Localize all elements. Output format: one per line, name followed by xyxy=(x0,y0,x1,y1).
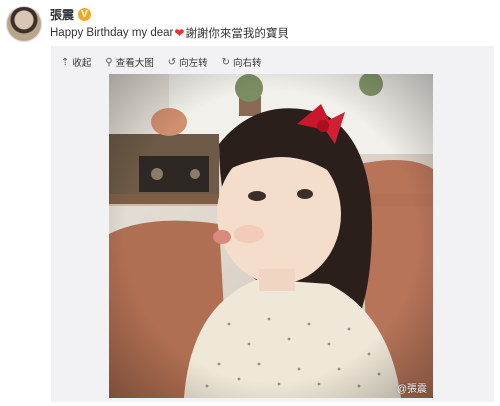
post-photo[interactable]: @張震 xyxy=(109,74,433,398)
media-panel: ⇡ 收起 ⚲ 查看大图 ↺ 向左转 ↻ 向右转 @張震 xyxy=(51,46,494,402)
post-text-part1: Happy Birthday my dear xyxy=(50,27,174,39)
photo-illustration xyxy=(109,74,433,398)
verified-badge-icon: V xyxy=(78,7,92,21)
media-toolbar: ⇡ 收起 ⚲ 查看大图 ↺ 向左转 ↻ 向右转 xyxy=(61,55,276,70)
rotate-right-label: 向右转 xyxy=(233,58,262,69)
collapse-icon: ⇡ xyxy=(61,56,70,68)
heart-icon: ❤ xyxy=(174,26,185,40)
post-text-part2: 謝謝你來當我的寶貝 xyxy=(185,28,289,40)
photo-watermark: @張震 xyxy=(396,384,427,395)
author-avatar[interactable] xyxy=(6,6,42,42)
author-row: 張震 V xyxy=(50,6,92,23)
rotate-right-icon: ↻ xyxy=(221,56,231,68)
post-text: Happy Birthday my dear ❤ 謝謝你來當我的寶貝 xyxy=(50,25,289,41)
rotate-left-label: 向左转 xyxy=(179,58,208,69)
collapse-button[interactable]: ⇡ 收起 xyxy=(61,55,92,70)
view-large-label: 查看大图 xyxy=(115,58,154,69)
rotate-left-icon: ↺ xyxy=(167,56,177,68)
magnifier-icon: ⚲ xyxy=(105,56,113,68)
view-large-button[interactable]: ⚲ 查看大图 xyxy=(105,55,154,70)
rotate-left-button[interactable]: ↺ 向左转 xyxy=(167,55,208,70)
rotate-right-button[interactable]: ↻ 向右转 xyxy=(221,55,262,70)
collapse-label: 收起 xyxy=(72,58,92,69)
author-name[interactable]: 張震 xyxy=(50,6,74,23)
